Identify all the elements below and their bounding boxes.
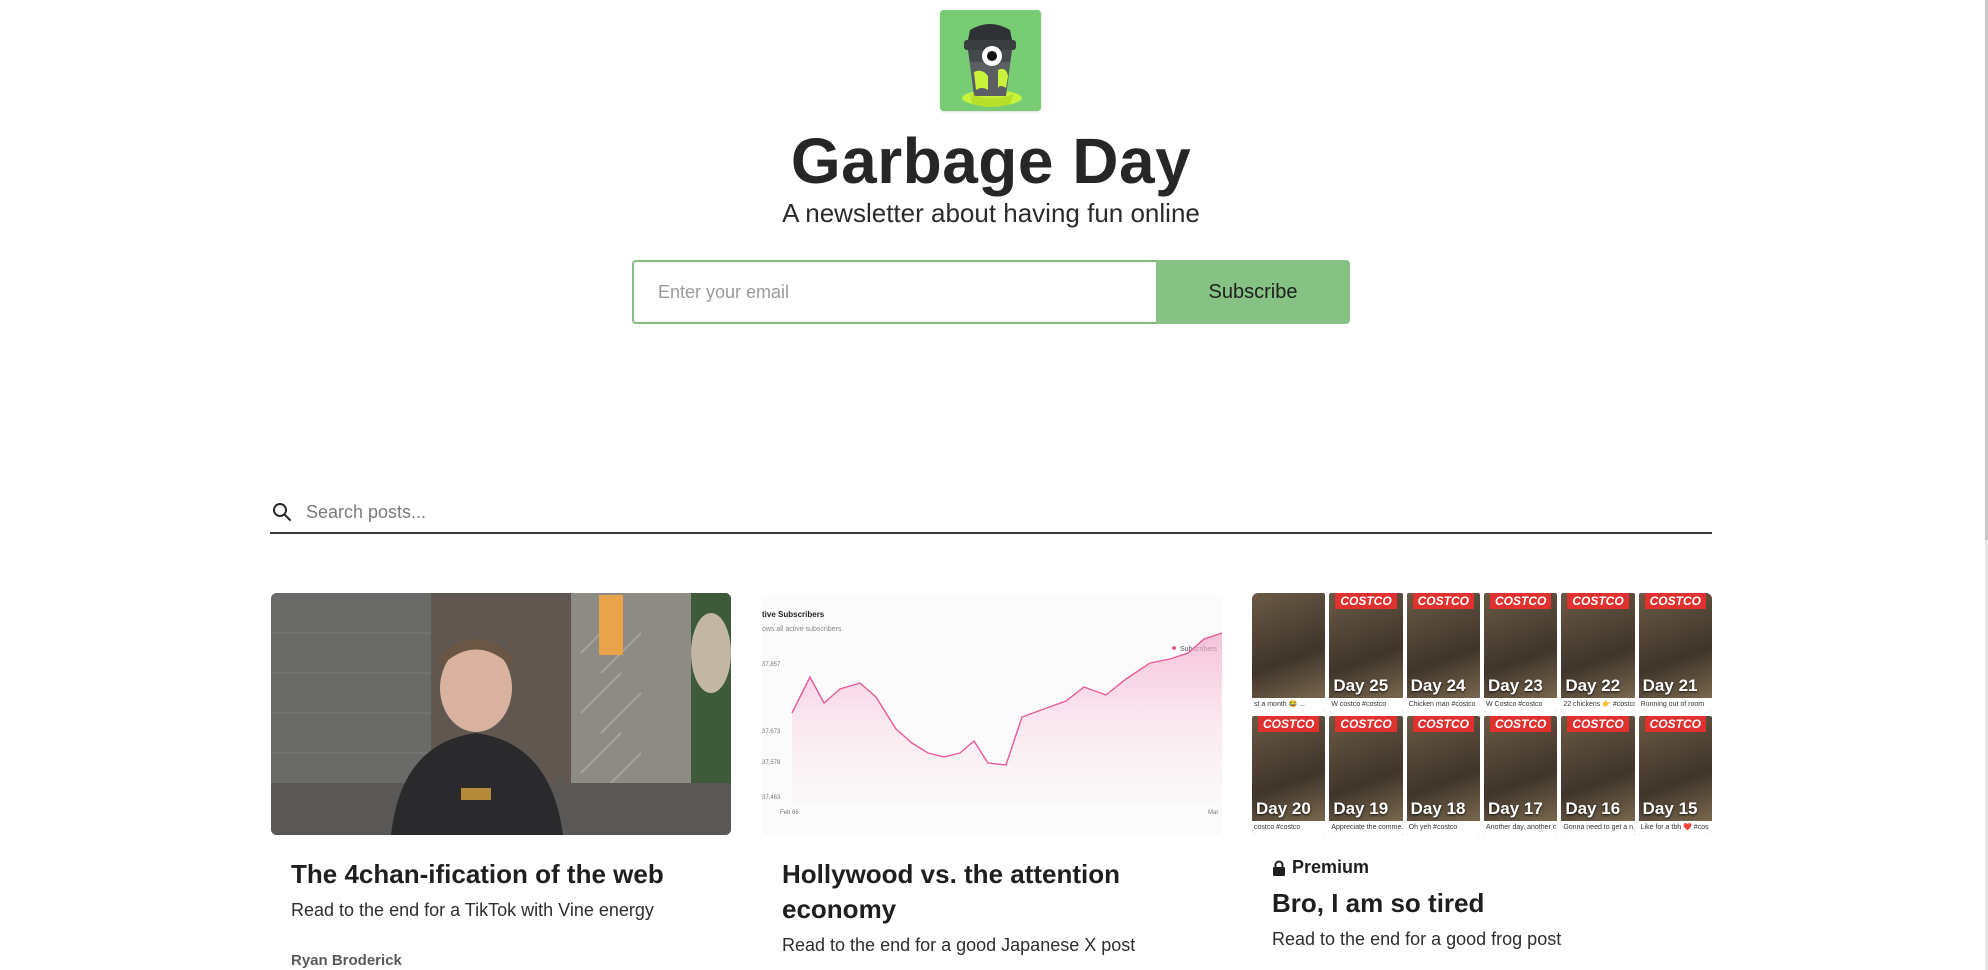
tile-day-label: Day 17 bbox=[1488, 799, 1543, 818]
search-input[interactable] bbox=[304, 500, 1712, 524]
video-tile: COSTCO Day 17 Another day, another c... bbox=[1484, 716, 1558, 835]
tile-caption: Chicken man #costco bbox=[1406, 698, 1480, 712]
tile-day-label: Day 22 bbox=[1565, 676, 1621, 695]
tile-day-label: Day 15 bbox=[1642, 799, 1698, 818]
subscribe-form: Subscribe bbox=[632, 260, 1350, 324]
post-card[interactable]: st a month 😂 ... COSTCO Day 25 W costco #co… bbox=[1252, 593, 1712, 951]
garbage-can-mascot-icon bbox=[940, 10, 1041, 111]
chart-subtitle: ows all active subscribers bbox=[762, 626, 842, 633]
video-tile: COSTCO Day 24 Chicken man #costco bbox=[1406, 593, 1480, 712]
tile-banner: COSTCO bbox=[1412, 716, 1475, 732]
post-thumbnail-costco-grid[interactable]: st a month 😂 ... COSTCO Day 25 W costco #co… bbox=[1252, 593, 1712, 835]
tile-day-label: Day 16 bbox=[1565, 799, 1621, 818]
tile-caption: W costco #costco bbox=[1329, 698, 1403, 712]
search-bar bbox=[270, 492, 1712, 534]
video-tile: st a month 😂 ... bbox=[1252, 593, 1326, 712]
premium-badge: Premium bbox=[1272, 857, 1692, 878]
tile-banner: COSTCO bbox=[1257, 716, 1320, 732]
tile-day-label: Day 23 bbox=[1488, 676, 1543, 695]
tile-banner: COSTCO bbox=[1644, 716, 1707, 732]
newsletter-tagline: A newsletter about having fun online bbox=[782, 198, 1200, 228]
tile-caption: costco #costco bbox=[1252, 821, 1326, 835]
tile-day-label: Day 24 bbox=[1410, 676, 1466, 695]
tile-caption: Appreciate the comme... bbox=[1329, 821, 1403, 835]
garbage-can-logo[interactable] bbox=[940, 10, 1041, 111]
post-title[interactable]: Hollywood vs. the attention economy bbox=[782, 857, 1202, 927]
tile-caption: Another day, another c... bbox=[1484, 821, 1558, 835]
video-tile: COSTCO Day 18 Oh yeh #costco bbox=[1406, 716, 1480, 835]
tile-day-label: Day 20 bbox=[1256, 799, 1311, 818]
tile-banner: COSTCO bbox=[1412, 593, 1475, 609]
email-input[interactable] bbox=[632, 260, 1156, 324]
post-subtitle: Read to the end for a TikTok with Vine e… bbox=[291, 900, 654, 920]
post-title[interactable]: The 4chan-ification of the web bbox=[291, 857, 711, 892]
y-tick: 37,463 bbox=[762, 795, 781, 801]
post-author[interactable]: Ryan Broderick bbox=[291, 952, 711, 969]
video-tile: COSTCO Day 19 Appreciate the comme... bbox=[1329, 716, 1403, 835]
search-icon bbox=[273, 503, 291, 521]
video-tile: COSTCO Day 15 Like for a tbh ❤️ #cos bbox=[1638, 716, 1712, 835]
tile-day-label: Day 25 bbox=[1333, 676, 1389, 695]
post-subtitle: Read to the end for a good Japanese X po… bbox=[782, 935, 1136, 955]
post-thumbnail-subscriber-chart[interactable]: tive Subscribers ows all active subscrib… bbox=[762, 593, 1222, 835]
video-tile: COSTCO Day 21 Running out of room bbox=[1638, 593, 1712, 712]
tile-banner: COSTCO bbox=[1335, 593, 1397, 609]
tile-caption: Running out of room bbox=[1638, 698, 1712, 712]
post-title[interactable]: Bro, I am so tired bbox=[1272, 886, 1692, 921]
tile-caption: W Costco #costco bbox=[1484, 698, 1558, 712]
post-card[interactable]: tive Subscribers ows all active subscrib… bbox=[762, 593, 1222, 957]
video-tile: COSTCO Day 23 W Costco #costco bbox=[1484, 593, 1558, 712]
video-tile: COSTCO Day 25 W costco #costco bbox=[1329, 593, 1403, 712]
post-thumbnail-podcast-still[interactable] bbox=[271, 593, 731, 835]
tile-banner: COSTCO bbox=[1335, 716, 1397, 732]
tile-banner: COSTCO bbox=[1489, 716, 1552, 732]
newsletter-title: Garbage Day bbox=[790, 125, 1192, 197]
tile-caption: 22 chickens 👉 #costco bbox=[1561, 698, 1635, 712]
tile-caption: Gonna need to get a n... bbox=[1561, 821, 1635, 835]
tile-banner: COSTCO bbox=[1489, 593, 1552, 609]
tile-banner: COSTCO bbox=[1567, 593, 1629, 609]
costco-video-grid: st a month 😂 ... COSTCO Day 25 W costco #co… bbox=[1252, 593, 1712, 835]
tile-banner: COSTCO bbox=[1567, 716, 1629, 732]
tile-caption: Oh yeh #costco bbox=[1406, 821, 1480, 835]
tile-day-label: Day 18 bbox=[1410, 799, 1466, 818]
tile-day-label: Day 19 bbox=[1333, 799, 1389, 818]
y-tick: 37,857 bbox=[762, 662, 781, 668]
podcast-video-still bbox=[271, 593, 731, 835]
subscriber-chart-screenshot: tive Subscribers ows all active subscrib… bbox=[762, 593, 1222, 835]
post-subtitle: Read to the end for a good frog post bbox=[1272, 929, 1562, 949]
tile-caption: Like for a tbh ❤️ #cos bbox=[1638, 821, 1712, 835]
x-tick: Feb 06 bbox=[780, 810, 799, 816]
chart-title: tive Subscribers bbox=[762, 610, 825, 619]
y-tick: 37,578 bbox=[762, 760, 781, 766]
y-tick: 37,673 bbox=[762, 729, 781, 735]
lock-icon bbox=[1273, 860, 1285, 876]
subscribe-button[interactable]: Subscribe bbox=[1156, 260, 1350, 324]
tile-day-label: Day 21 bbox=[1642, 676, 1698, 695]
video-tile: COSTCO Day 22 22 chickens 👉 #costco bbox=[1561, 593, 1635, 712]
x-tick: Mar bbox=[1208, 810, 1218, 816]
video-tile: COSTCO Day 16 Gonna need to get a n... bbox=[1561, 716, 1635, 835]
video-tile: COSTCO Day 20 costco #costco bbox=[1252, 716, 1326, 835]
tile-caption: st a month 😂 ... bbox=[1252, 698, 1326, 712]
tile-banner: COSTCO bbox=[1644, 593, 1707, 609]
post-card[interactable]: The 4chan-ification of the web Read to t… bbox=[271, 593, 731, 969]
premium-label: Premium bbox=[1292, 857, 1370, 877]
